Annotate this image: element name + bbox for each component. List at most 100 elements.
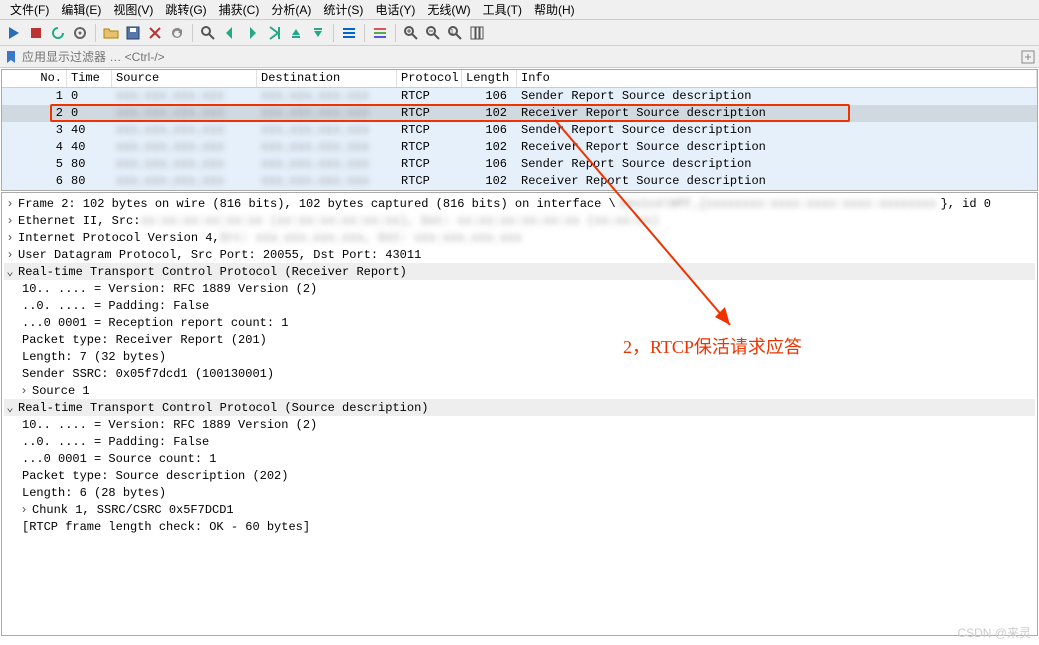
- start-capture-icon[interactable]: [4, 23, 24, 43]
- menu-analyze[interactable]: 分析(A): [265, 0, 317, 20]
- capture-options-icon[interactable]: [70, 23, 90, 43]
- resize-columns-icon[interactable]: [467, 23, 487, 43]
- zoom-in-icon[interactable]: [401, 23, 421, 43]
- save-file-icon[interactable]: [123, 23, 143, 43]
- redacted-text: Device\NPF_{xxxxxxxx-xxxx-xxxx-xxxx-xxxx…: [620, 197, 937, 211]
- tree-field[interactable]: Sender SSRC: 0x05f7dcd1 (100130001): [4, 365, 1035, 382]
- redacted-text: xx:xx:xx:xx:xx:xx (xx:xx:xx:xx:xx:xx), D…: [140, 214, 658, 228]
- col-header-src[interactable]: Source: [112, 70, 257, 87]
- menu-help[interactable]: 帮助(H): [528, 0, 581, 20]
- expand-icon[interactable]: ›: [4, 231, 16, 245]
- find-icon[interactable]: [198, 23, 218, 43]
- display-filter-bar: [0, 46, 1039, 68]
- packet-row[interactable]: 4 40 xxx.xxx.xxx.xxx xxx.xxx.xxx.xxx RTC…: [2, 139, 1037, 156]
- auto-scroll-icon[interactable]: [339, 23, 359, 43]
- menu-tel[interactable]: 电话(Y): [369, 0, 421, 20]
- go-last-icon[interactable]: [308, 23, 328, 43]
- toolbar-separator: [95, 24, 96, 42]
- toolbar-separator: [364, 24, 365, 42]
- display-filter-input[interactable]: [22, 50, 1021, 64]
- tree-field[interactable]: 10.. .... = Version: RFC 1889 Version (2…: [4, 416, 1035, 433]
- expand-icon[interactable]: ›: [4, 248, 16, 262]
- menu-wireless[interactable]: 无线(W): [421, 0, 476, 20]
- packet-row[interactable]: 3 40 xxx.xxx.xxx.xxx xxx.xxx.xxx.xxx RTC…: [2, 122, 1037, 139]
- close-file-icon[interactable]: [145, 23, 165, 43]
- tree-field[interactable]: ..0. .... = Padding: False: [4, 433, 1035, 450]
- go-to-packet-icon[interactable]: [264, 23, 284, 43]
- tree-field[interactable]: [RTCP frame length check: OK - 60 bytes]: [4, 518, 1035, 535]
- tree-field[interactable]: ...0 0001 = Source count: 1: [4, 450, 1035, 467]
- tree-field[interactable]: Length: 6 (28 bytes): [4, 484, 1035, 501]
- cell-no: 3: [2, 122, 67, 139]
- cell-no: 6: [2, 173, 67, 190]
- tree-field[interactable]: Packet type: Source description (202): [4, 467, 1035, 484]
- packet-row[interactable]: 2 0 xxx.xxx.xxx.xxx xxx.xxx.xxx.xxx RTCP…: [2, 105, 1037, 122]
- menu-tools[interactable]: 工具(T): [477, 0, 528, 20]
- packet-row[interactable]: 5 80 xxx.xxx.xxx.xxx xxx.xxx.xxx.xxx RTC…: [2, 156, 1037, 173]
- redacted-text: Src: xxx.xxx.xxx.xxx, Dst: xxx.xxx.xxx.x…: [220, 231, 522, 245]
- cell-info: Sender Report Source description: [517, 156, 1037, 173]
- tree-udp[interactable]: ›User Datagram Protocol, Src Port: 20055…: [4, 246, 1035, 263]
- go-forward-icon[interactable]: [242, 23, 262, 43]
- col-header-proto[interactable]: Protocol: [397, 70, 462, 87]
- packet-details-pane: ›Frame 2: 102 bytes on wire (816 bits), …: [1, 192, 1038, 636]
- restart-capture-icon[interactable]: [48, 23, 68, 43]
- tree-label: Sender SSRC: 0x05f7dcd1 (100130001): [22, 367, 274, 381]
- cell-len: 102: [462, 105, 517, 122]
- go-first-icon[interactable]: [286, 23, 306, 43]
- expand-icon[interactable]: ›: [4, 197, 16, 211]
- tree-rtcp-receiver-report[interactable]: ⌄Real-time Transport Control Protocol (R…: [4, 263, 1035, 280]
- col-header-len[interactable]: Length: [462, 70, 517, 87]
- bookmark-icon[interactable]: [4, 50, 18, 64]
- packet-row[interactable]: 6 80 xxx.xxx.xxx.xxx xxx.xxx.xxx.xxx RTC…: [2, 173, 1037, 190]
- reload-icon[interactable]: [167, 23, 187, 43]
- col-header-info[interactable]: Info: [517, 70, 1037, 87]
- cell-proto: RTCP: [397, 156, 462, 173]
- menu-edit[interactable]: 编辑(E): [55, 0, 107, 20]
- tree-label: Length: 6 (28 bytes): [22, 486, 166, 500]
- menu-view[interactable]: 视图(V): [107, 0, 159, 20]
- zoom-out-icon[interactable]: [423, 23, 443, 43]
- cell-dst: xxx.xxx.xxx.xxx: [257, 122, 397, 139]
- tree-field[interactable]: Length: 7 (32 bytes): [4, 348, 1035, 365]
- menu-goto[interactable]: 跳转(G): [159, 0, 212, 20]
- cell-len: 102: [462, 139, 517, 156]
- zoom-reset-icon[interactable]: 1: [445, 23, 465, 43]
- collapse-icon[interactable]: ⌄: [4, 400, 16, 415]
- cell-dst: xxx.xxx.xxx.xxx: [257, 173, 397, 190]
- tree-label: Internet Protocol Version 4,: [18, 231, 220, 245]
- tree-field[interactable]: ...0 0001 = Reception report count: 1: [4, 314, 1035, 331]
- tree-label: ...0 0001 = Source count: 1: [22, 452, 216, 466]
- colorize-icon[interactable]: [370, 23, 390, 43]
- menu-stats[interactable]: 统计(S): [317, 0, 369, 20]
- expand-icon[interactable]: ›: [18, 384, 30, 398]
- tree-field[interactable]: 10.. .... = Version: RFC 1889 Version (2…: [4, 280, 1035, 297]
- col-header-time[interactable]: Time: [67, 70, 112, 87]
- tree-ethernet[interactable]: ›Ethernet II, Src: xx:xx:xx:xx:xx:xx (xx…: [4, 212, 1035, 229]
- col-header-dst[interactable]: Destination: [257, 70, 397, 87]
- menu-file[interactable]: 文件(F): [4, 0, 55, 20]
- stop-capture-icon[interactable]: [26, 23, 46, 43]
- toolbar-separator: [395, 24, 396, 42]
- menu-capture[interactable]: 捕获(C): [213, 0, 266, 20]
- toolbar: 1: [0, 20, 1039, 46]
- toolbar-separator: [192, 24, 193, 42]
- tree-field[interactable]: Packet type: Receiver Report (201): [4, 331, 1035, 348]
- expand-icon[interactable]: ›: [4, 214, 16, 228]
- collapse-icon[interactable]: ⌄: [4, 264, 16, 279]
- tree-chunk[interactable]: ›Chunk 1, SSRC/CSRC 0x5F7DCD1: [4, 501, 1035, 518]
- go-back-icon[interactable]: [220, 23, 240, 43]
- tree-rtcp-source-description[interactable]: ⌄Real-time Transport Control Protocol (S…: [4, 399, 1035, 416]
- col-header-no[interactable]: No.: [2, 70, 67, 87]
- cell-time: 40: [67, 139, 112, 156]
- tree-label: Packet type: Source description (202): [22, 469, 288, 483]
- packet-row[interactable]: 1 0 xxx.xxx.xxx.xxx xxx.xxx.xxx.xxx RTCP…: [2, 88, 1037, 105]
- tree-field[interactable]: ..0. .... = Padding: False: [4, 297, 1035, 314]
- expression-button-icon[interactable]: [1021, 50, 1035, 64]
- expand-icon[interactable]: ›: [18, 503, 30, 517]
- tree-frame[interactable]: ›Frame 2: 102 bytes on wire (816 bits), …: [4, 195, 1035, 212]
- cell-dst: xxx.xxx.xxx.xxx: [257, 156, 397, 173]
- tree-ipv4[interactable]: ›Internet Protocol Version 4, Src: xxx.x…: [4, 229, 1035, 246]
- tree-source-1[interactable]: ›Source 1: [4, 382, 1035, 399]
- open-file-icon[interactable]: [101, 23, 121, 43]
